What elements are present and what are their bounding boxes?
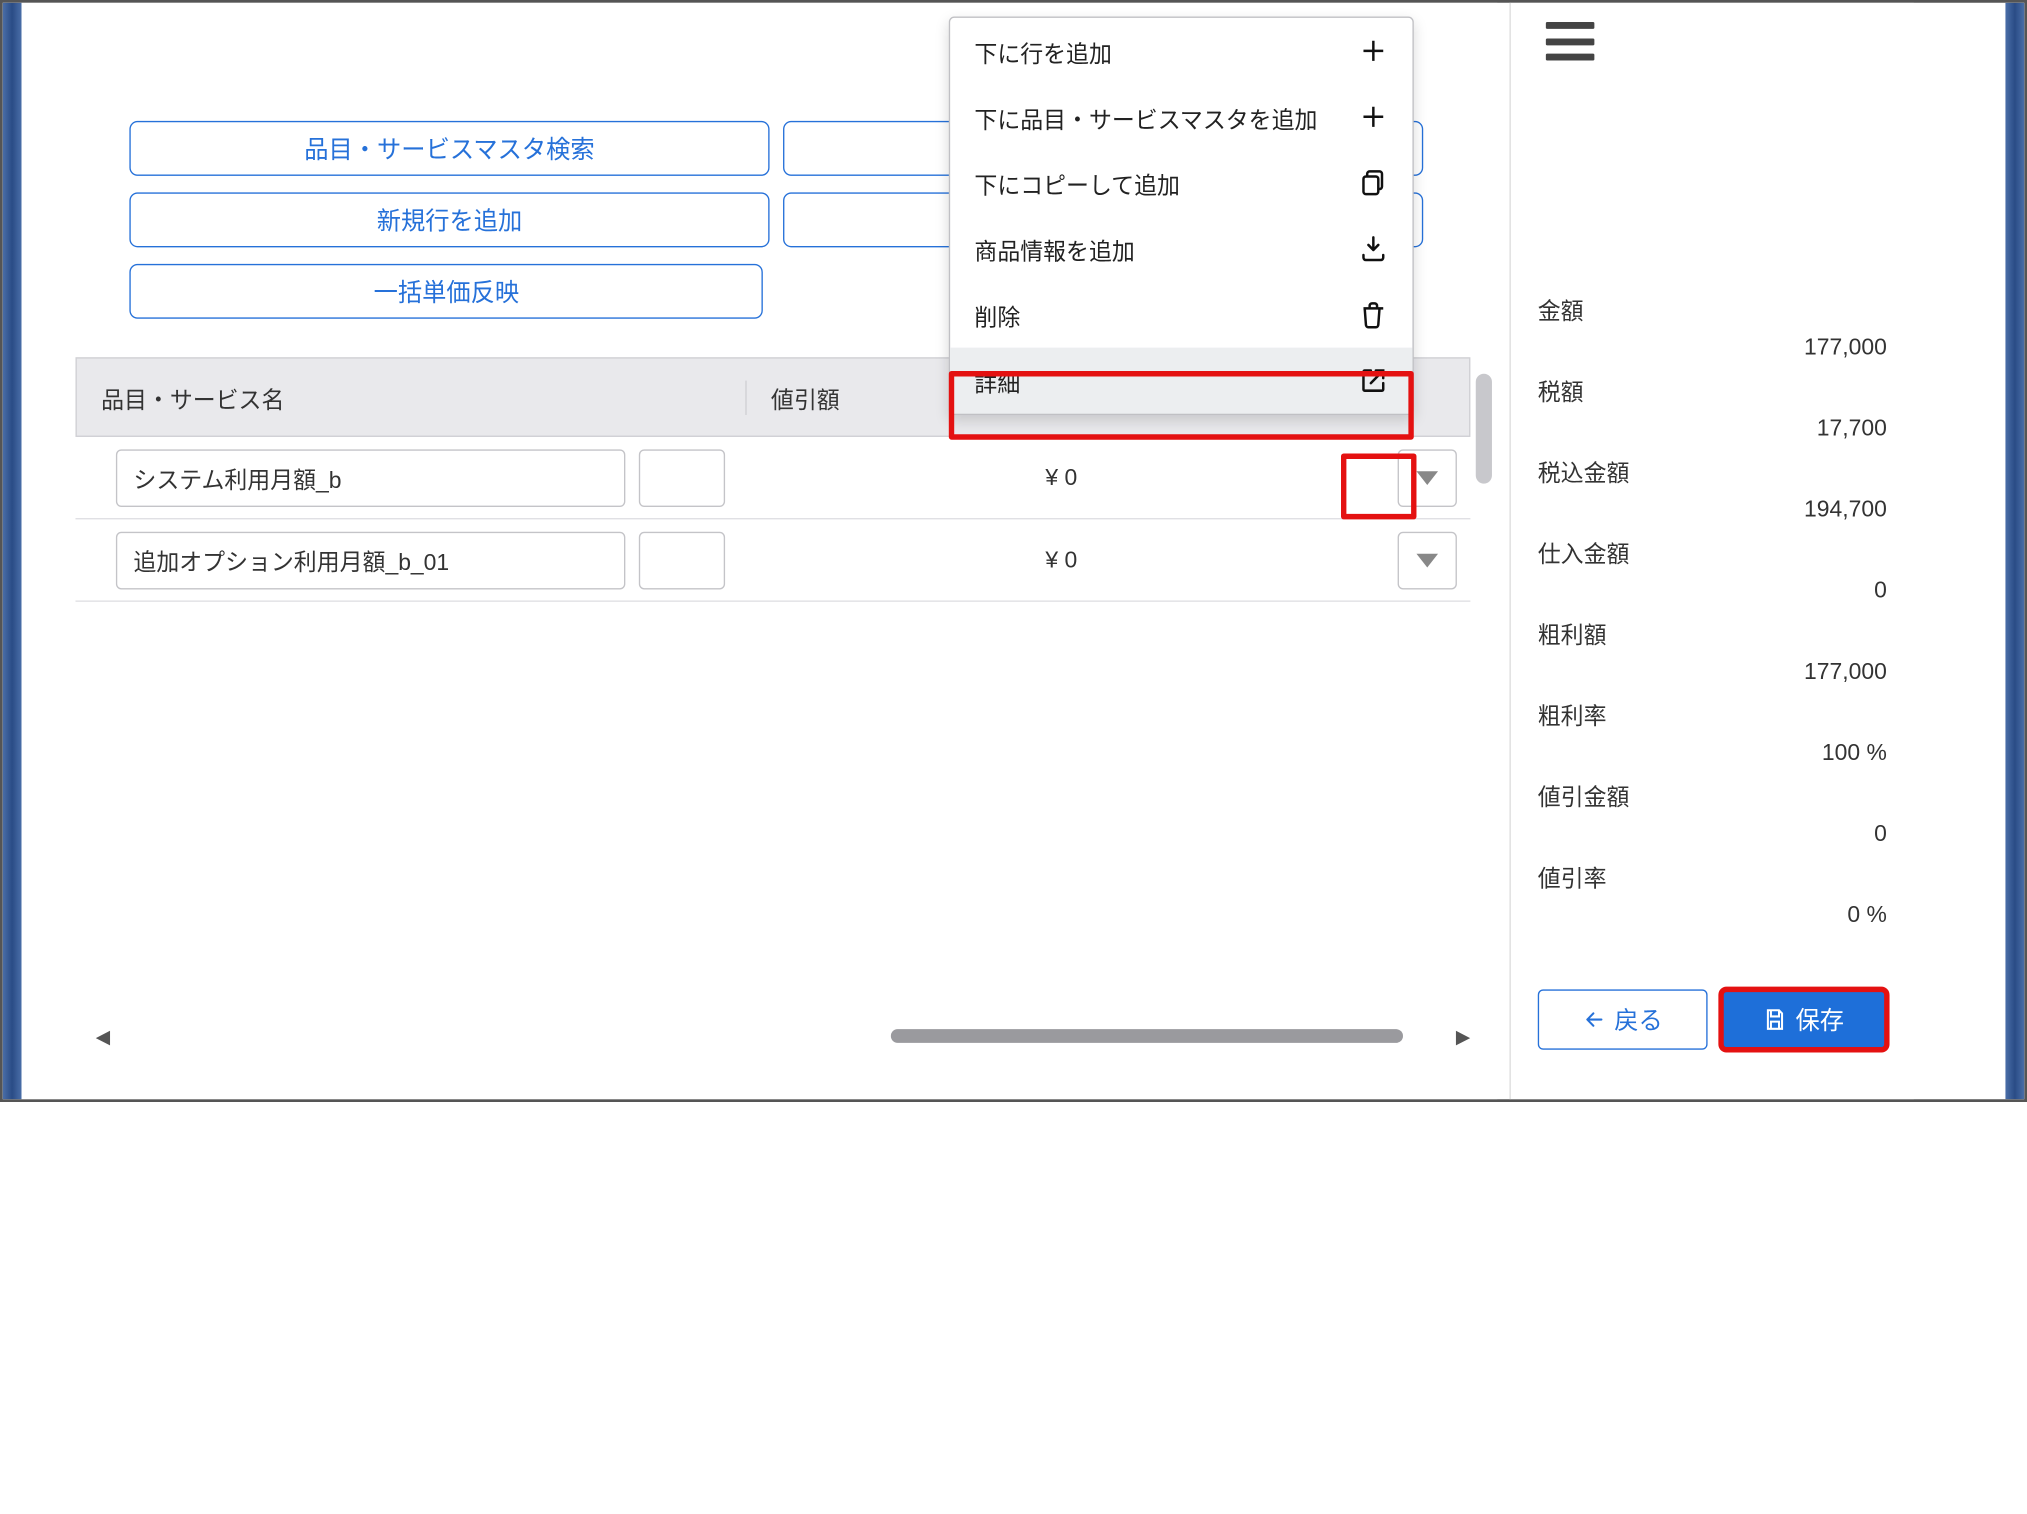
decor-right — [2005, 3, 2024, 1100]
total-label: 粗利率 — [1538, 697, 1887, 731]
ctx-copy-below[interactable]: 下にコピーして追加 — [950, 150, 1412, 216]
plus-icon — [1359, 102, 1389, 132]
row-context-menu: 下に行を追加 下に品目・サービスマスタを追加 下にコピーして追加 商品情報を追加… — [949, 16, 1414, 414]
table-row: ¥ 0 — [75, 437, 1470, 519]
save-button[interactable]: 保存 — [1720, 989, 1886, 1049]
bulk-price-button[interactable]: 一括単価反映 — [129, 264, 763, 319]
total-label: 値引率 — [1538, 859, 1887, 893]
app-frame: 品目・サービスマスタ検索 見積検索 新規行を追加 新規階層行を 一括単価反映 品… — [0, 0, 2027, 1102]
discount-value: ¥ 0 — [725, 464, 1398, 491]
total-value: 17,700 — [1538, 415, 1887, 442]
external-icon — [1359, 366, 1389, 396]
decor-left — [3, 3, 22, 1100]
import-icon — [1359, 234, 1389, 264]
master-search-button[interactable]: 品目・サービスマスタ検索 — [129, 121, 769, 176]
arrow-left-icon — [1582, 1007, 1606, 1032]
total-value: 177,000 — [1538, 658, 1887, 685]
scroll-left-icon[interactable]: ◀ — [96, 1024, 111, 1047]
plus-icon — [1359, 36, 1389, 66]
total-value: 0 — [1538, 577, 1887, 604]
save-icon — [1763, 1007, 1787, 1032]
totals-block: 金額 177,000 税額 17,700 税込金額 194,700 仕入金額 0 粗利額… — [1538, 291, 1887, 940]
ctx-details[interactable]: 詳細 — [950, 348, 1412, 414]
discount-value: ¥ 0 — [725, 546, 1398, 573]
scroll-right-icon[interactable]: ▶ — [1456, 1024, 1471, 1047]
hamburger-icon[interactable] — [1546, 22, 1595, 60]
total-label: 税額 — [1538, 372, 1887, 406]
add-row-button[interactable]: 新規行を追加 — [129, 192, 769, 247]
ctx-add-product-info[interactable]: 商品情報を追加 — [950, 216, 1412, 282]
item-name-input[interactable] — [116, 449, 625, 507]
trash-icon — [1359, 300, 1389, 330]
row-extra-box[interactable] — [639, 449, 725, 507]
chevron-down-icon — [1416, 471, 1438, 485]
col-name: 品目・サービス名 — [77, 380, 643, 414]
chevron-down-icon — [1416, 553, 1438, 567]
total-label: 仕入金額 — [1538, 535, 1887, 569]
back-button[interactable]: 戻る — [1538, 989, 1707, 1049]
row-menu-trigger[interactable] — [1398, 449, 1457, 507]
total-value: 194,700 — [1538, 496, 1887, 523]
total-value: 177,000 — [1538, 334, 1887, 361]
ctx-add-master-below[interactable]: 下に品目・サービスマスタを追加 — [950, 84, 1412, 150]
total-value: 0 — [1538, 820, 1887, 847]
total-value: 0 % — [1538, 901, 1887, 928]
copy-icon — [1359, 168, 1389, 198]
total-label: 値引金額 — [1538, 778, 1887, 812]
v-scrollbar[interactable] — [1476, 374, 1492, 484]
row-menu-trigger[interactable] — [1398, 531, 1457, 589]
summary-sidebar: 金額 177,000 税額 17,700 税込金額 194,700 仕入金額 0 粗利額… — [1509, 3, 1913, 1100]
h-scrollbar[interactable]: ◀ ▶ — [96, 1022, 1471, 1049]
scroll-thumb[interactable] — [891, 1029, 1403, 1043]
item-name-input[interactable] — [116, 531, 625, 589]
ctx-add-row-below[interactable]: 下に行を追加 — [950, 18, 1412, 84]
total-label: 金額 — [1538, 291, 1887, 325]
total-value: 100 % — [1538, 739, 1887, 766]
total-label: 税込金額 — [1538, 453, 1887, 487]
table-row: ¥ 0 — [75, 519, 1470, 601]
total-label: 粗利額 — [1538, 616, 1887, 650]
ctx-delete[interactable]: 削除 — [950, 282, 1412, 348]
row-extra-box[interactable] — [639, 531, 725, 589]
